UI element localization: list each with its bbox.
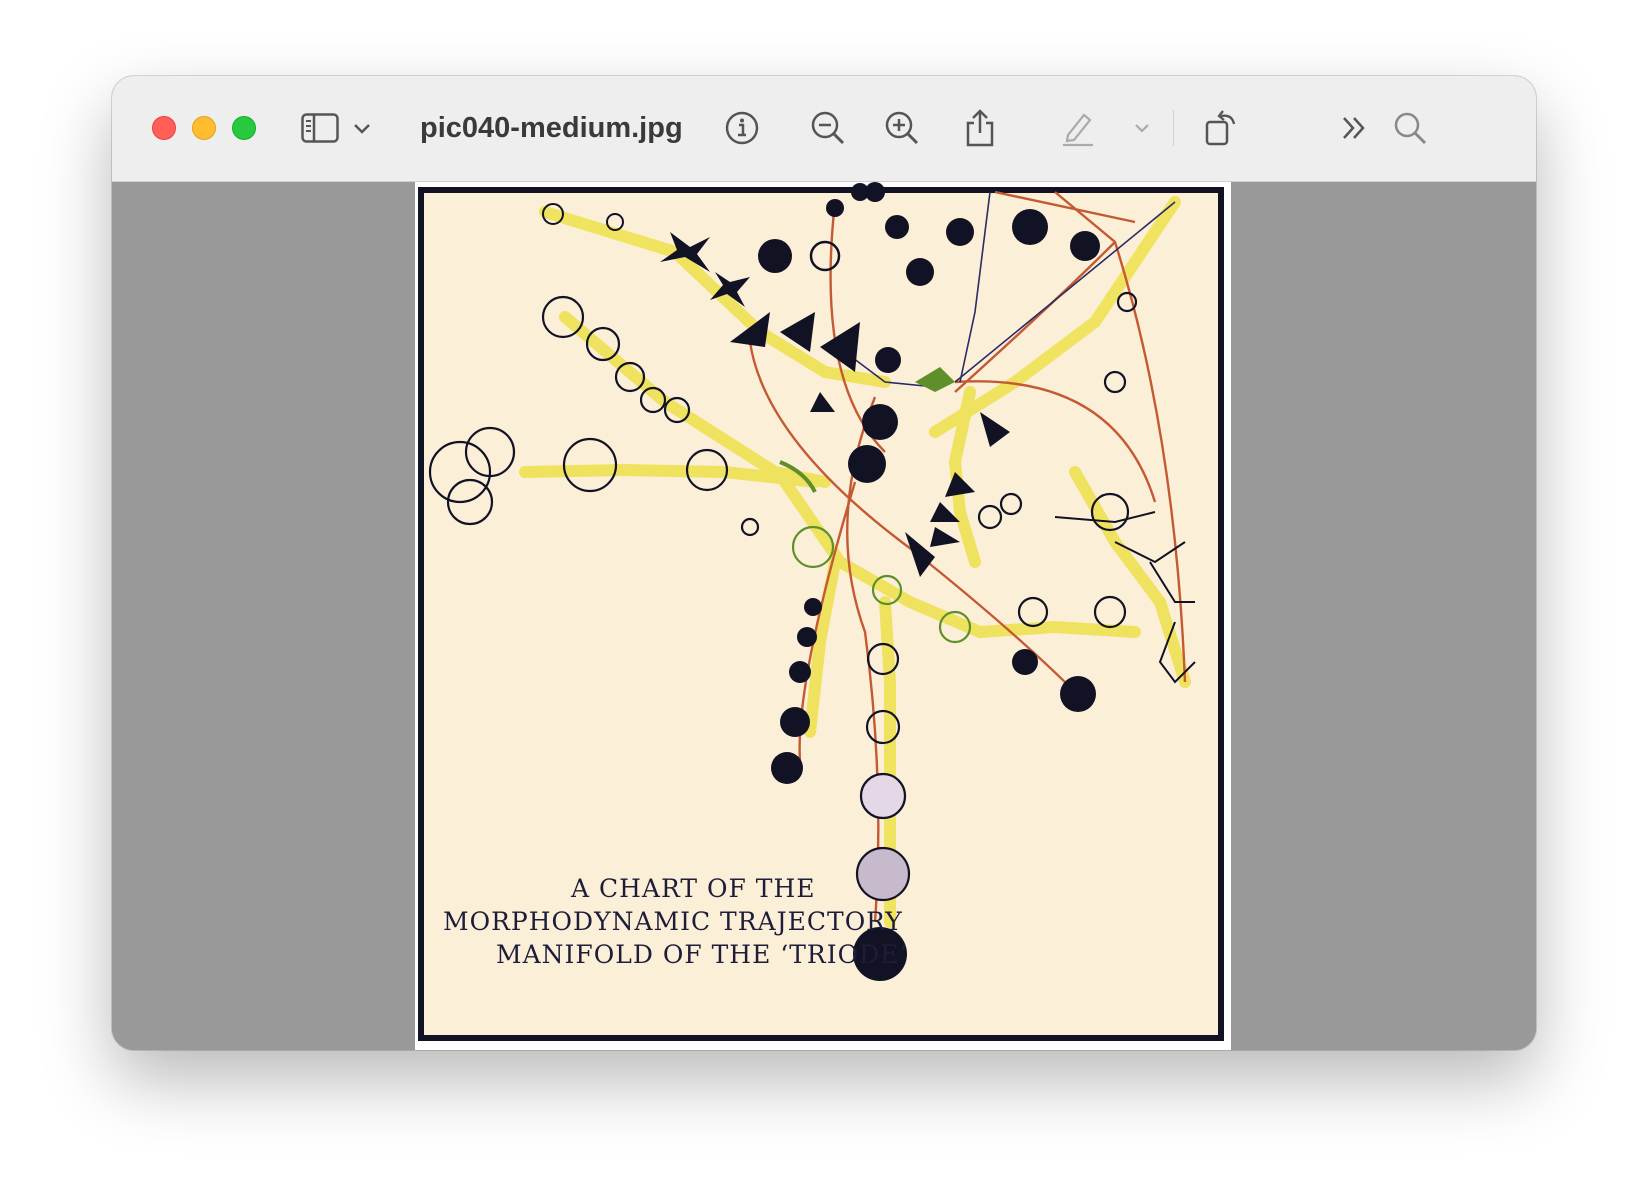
markup-chevron-down-icon[interactable] (1132, 106, 1152, 150)
info-icon[interactable] (722, 106, 762, 150)
title-bar: pic040-medium.jpg (112, 76, 1536, 182)
markup-pen-icon[interactable] (1058, 106, 1098, 150)
artwork-caption: A CHART OF THE MORPHODYNAMIC TRAJECTORY … (443, 872, 909, 971)
rotate-icon[interactable] (1202, 106, 1242, 150)
search-icon[interactable] (1390, 106, 1430, 150)
image-viewport[interactable]: A CHART OF THE MORPHODYNAMIC TRAJECTORY … (112, 182, 1536, 1050)
more-chevrons-icon[interactable] (1334, 106, 1374, 150)
zoom-out-icon[interactable] (808, 106, 848, 150)
caption-line-3: MANIFOLD OF THE ‘TRIODE’ (496, 940, 909, 969)
caption-line-2: MORPHODYNAMIC TRAJECTORY (443, 907, 903, 936)
share-icon[interactable] (960, 106, 1000, 150)
close-button[interactable] (152, 116, 176, 140)
zoom-button[interactable] (232, 116, 256, 140)
sidebar-icon[interactable] (298, 106, 342, 150)
window-title: pic040-medium.jpg (420, 112, 683, 144)
preview-window: pic040-medium.jpg A CHART OF THE MORPHOD… (112, 76, 1536, 1050)
zoom-in-icon[interactable] (882, 106, 922, 150)
toolbar-separator (1173, 110, 1174, 146)
chevron-down-icon[interactable] (352, 106, 372, 150)
minimize-button[interactable] (192, 116, 216, 140)
caption-line-1: A CHART OF THE (571, 874, 816, 903)
artwork-image: A CHART OF THE MORPHODYNAMIC TRAJECTORY … (415, 182, 1231, 1050)
